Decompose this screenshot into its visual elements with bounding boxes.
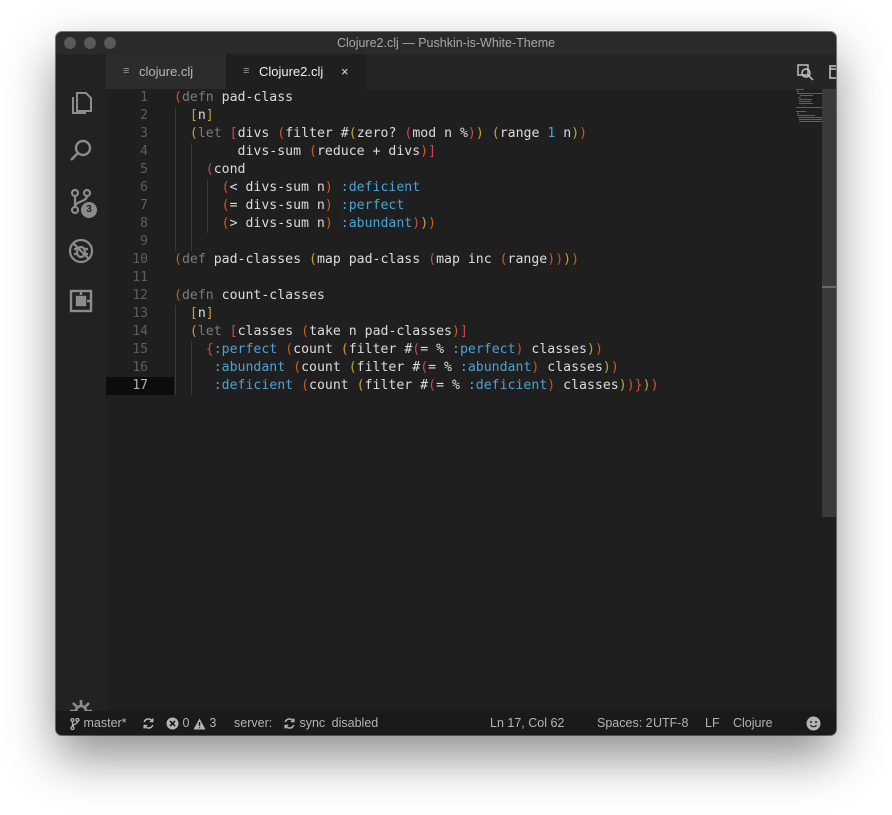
minimap-line — [799, 103, 813, 104]
minimap-line — [798, 97, 801, 98]
code-editor[interactable]: 1 2 3 4 5 6 7 8 9 10 11 12 13 14 15 16 17 (defn pad-clas… — [106, 89, 836, 711]
encoding-status[interactable]: UTF-8 — [653, 711, 688, 735]
code-line[interactable]: (def pad-classes (map pad-class (map inc… — [174, 251, 579, 269]
open-changes-icon[interactable] — [796, 63, 814, 81]
extensions-icon[interactable] — [68, 288, 94, 314]
vertical-scrollbar[interactable] — [822, 89, 836, 517]
minimap-line — [796, 111, 806, 112]
error-icon — [166, 717, 179, 730]
activity-bar: 3 — [56, 54, 106, 722]
code-line[interactable]: :deficient (count (filter #(= % :deficie… — [174, 377, 659, 395]
sync-branch-icon[interactable] — [142, 711, 155, 735]
indent-guide — [175, 233, 176, 251]
line-number: 11 — [132, 270, 148, 285]
line-number: 3 — [140, 126, 148, 141]
warning-icon — [193, 718, 206, 730]
search-icon[interactable] — [68, 138, 94, 164]
minimap-line — [798, 117, 823, 118]
tab-clojure-clj[interactable]: ≡ clojure.clj — [106, 54, 226, 89]
line-number-gutter: 1 2 3 4 5 6 7 8 9 10 11 12 13 14 15 16 17 — [106, 89, 156, 711]
minimap-line — [796, 107, 822, 108]
tab-label: clojure.clj — [139, 64, 194, 79]
branch-label: master* — [83, 716, 127, 730]
minimap-line — [796, 89, 804, 90]
line-number: 13 — [132, 306, 148, 321]
split-editor-icon[interactable] — [828, 63, 836, 81]
minimap-line — [797, 113, 799, 114]
line-number: 17 — [132, 378, 148, 393]
line-number: 10 — [132, 252, 148, 267]
code-line[interactable]: (let [classes (take n pad-classes)] — [174, 323, 468, 341]
line-number: 6 — [140, 180, 148, 195]
code-line[interactable]: (= divs-sum n) :perfect — [174, 197, 405, 215]
window-title: Clojure2.clj — Pushkin-is-White-Theme — [336, 36, 556, 50]
line-number: 14 — [132, 324, 148, 339]
code-line[interactable]: :abundant (count (filter #(= % :abundant… — [174, 359, 619, 377]
code-line[interactable]: (< divs-sum n) :deficient — [174, 179, 421, 197]
tab-bar: ≡ clojure.clj ≡ Clojure2.clj × — [106, 54, 836, 89]
code-line[interactable]: (> divs-sum n) :abundant))) — [174, 215, 436, 233]
code-line[interactable]: divs-sum (reduce + divs)] — [174, 143, 437, 161]
branch-icon — [70, 717, 80, 730]
code-line[interactable]: (defn count-classes — [174, 287, 325, 305]
explorer-icon[interactable] — [68, 88, 94, 114]
server-label: server: — [234, 716, 273, 730]
code-line[interactable]: (let [divs (filter #(zero? (mod n %)) (r… — [174, 125, 587, 143]
code-line[interactable]: (cond — [174, 161, 246, 179]
line-number: 7 — [140, 198, 148, 213]
cursor-position[interactable]: Ln 17, Col 62 — [490, 711, 564, 735]
line-number: 4 — [140, 144, 148, 159]
editor-window: Clojure2.clj — Pushkin-is-White-Theme 3 … — [56, 32, 836, 735]
line-number: 16 — [132, 360, 148, 375]
sync-status[interactable]: sync disabled — [283, 711, 378, 735]
code-line[interactable]: {:perfect (count (filter #(= % :perfect)… — [174, 341, 603, 359]
eol-status[interactable]: LF — [705, 711, 720, 735]
sync-disabled-label: disabled — [331, 716, 379, 730]
line-number: 5 — [140, 162, 148, 177]
close-tab-button[interactable]: × — [341, 54, 349, 89]
problems-status[interactable]: 0 3 — [166, 711, 216, 735]
line-number: 1 — [140, 90, 148, 105]
tab-clojure2-clj[interactable]: ≡ Clojure2.clj × — [226, 54, 366, 89]
error-count: 0 — [182, 716, 190, 730]
line-number: 2 — [140, 108, 148, 123]
minimap-line — [797, 91, 799, 92]
minimap-line — [798, 119, 824, 120]
line-number: 9 — [140, 234, 148, 249]
code-line[interactable]: [n] — [174, 107, 214, 125]
line-number: 12 — [132, 288, 148, 303]
minimap-line — [800, 95, 813, 96]
code-line[interactable]: [n] — [174, 305, 214, 323]
scrollbar-marker — [822, 286, 836, 288]
sync-label: sync — [299, 716, 326, 730]
minimap-line — [799, 101, 811, 102]
branch-status[interactable]: master* — [70, 711, 127, 735]
sync-icon — [284, 718, 295, 729]
file-lines-icon: ≡ — [123, 65, 130, 77]
line-number: 15 — [132, 342, 148, 357]
title-bar: Clojure2.clj — Pushkin-is-White-Theme — [56, 32, 836, 54]
status-bar: master* 0 3 server: sync disabled Ln 17,… — [56, 711, 836, 735]
feedback-smiley-icon[interactable] — [806, 711, 821, 735]
minimap-line — [799, 99, 812, 100]
line-number: 8 — [140, 216, 148, 231]
indentation-status[interactable]: Spaces: 2 — [597, 711, 653, 735]
tab-label: Clojure2.clj — [259, 64, 324, 79]
indent-guide — [190, 233, 192, 251]
language-mode[interactable]: Clojure — [733, 711, 773, 735]
minimap-line — [797, 115, 815, 116]
code-line[interactable]: (defn pad-class — [174, 89, 293, 107]
debug-icon[interactable] — [68, 238, 94, 264]
file-lines-icon: ≡ — [243, 65, 250, 77]
warning-count: 3 — [209, 716, 217, 730]
source-control-badge: 3 — [81, 202, 97, 218]
minimap-line — [797, 93, 822, 94]
